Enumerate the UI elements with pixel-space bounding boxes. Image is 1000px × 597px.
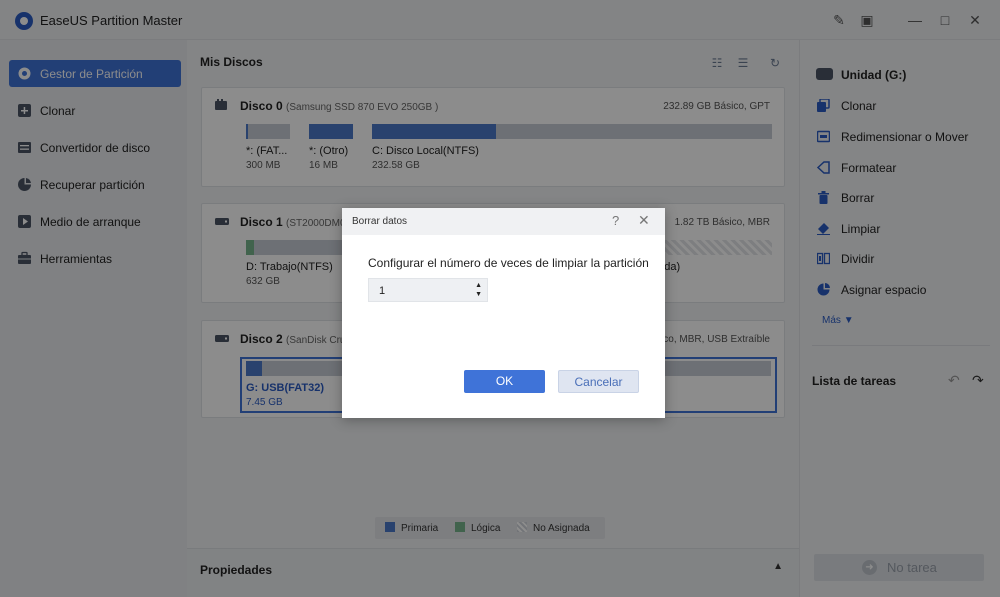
dialog-title: Borrar datos bbox=[352, 216, 408, 227]
stepper-value[interactable]: 1 bbox=[379, 285, 385, 297]
stepper-up-icon[interactable]: ▲ bbox=[475, 282, 482, 290]
stepper-down-icon[interactable]: ▼ bbox=[475, 291, 482, 299]
cancel-button[interactable]: Cancelar bbox=[558, 370, 639, 393]
help-icon[interactable]: ? bbox=[612, 213, 619, 228]
ok-button[interactable]: OK bbox=[464, 370, 545, 393]
dialog-header: Borrar datos ? ✕ bbox=[342, 208, 665, 235]
wipe-count-label: Configurar el número de veces de limpiar… bbox=[368, 256, 649, 270]
wipe-count-stepper[interactable]: 1 ▲ ▼ bbox=[368, 278, 488, 302]
close-icon[interactable]: ✕ bbox=[638, 212, 650, 229]
wipe-data-dialog: Borrar datos ? ✕ Configurar el número de… bbox=[342, 208, 665, 418]
